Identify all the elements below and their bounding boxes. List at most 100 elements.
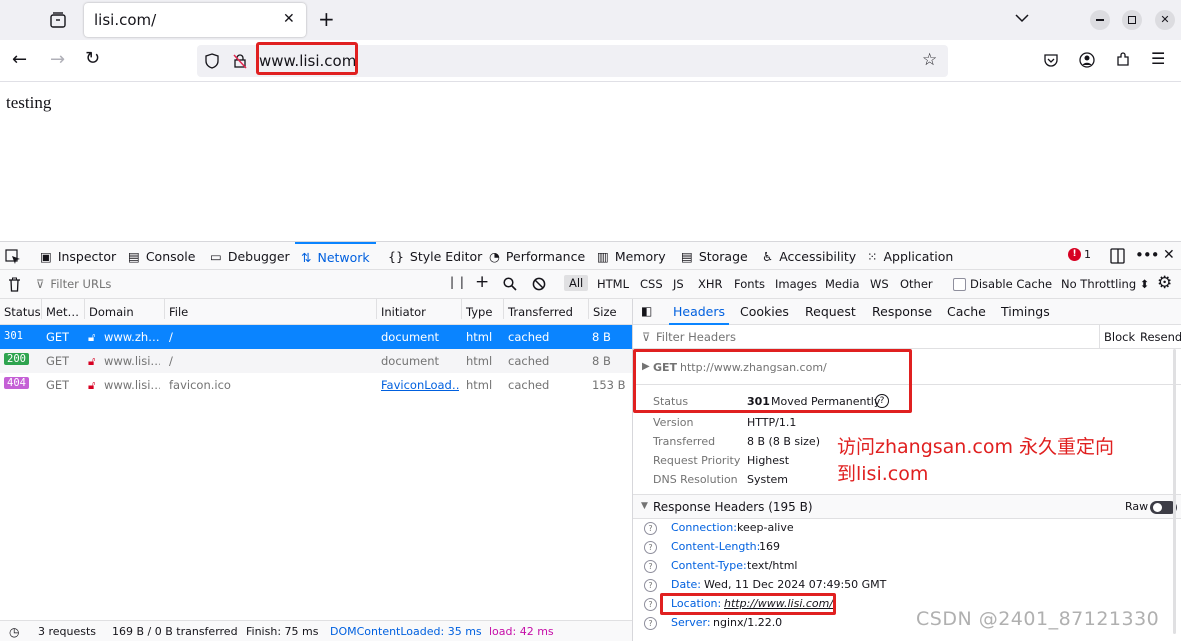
tab-strip: lisi.com/ ✕ + ✕	[0, 0, 1181, 40]
disable-cache-checkbox[interactable]	[953, 278, 966, 291]
pause-icon[interactable]: | |	[450, 275, 465, 289]
bookmark-star-icon[interactable]: ☆	[922, 50, 937, 70]
minimize-icon[interactable]	[1090, 10, 1110, 30]
tab-timings[interactable]: Timings	[1001, 304, 1050, 319]
help-icon[interactable]: ?	[644, 598, 657, 611]
column-status[interactable]: Status	[0, 299, 41, 319]
help-icon[interactable]: ?	[644, 522, 657, 535]
collapse-triangle-icon[interactable]: ▼	[641, 501, 648, 511]
error-count: 1	[1084, 248, 1091, 261]
load-time: load: 42 ms	[489, 625, 554, 638]
dock-side-icon[interactable]	[1110, 248, 1125, 264]
header-key: Content-Type:	[671, 559, 747, 572]
filter-type-media[interactable]: Media	[825, 277, 860, 291]
watermark: CSDN @2401_87121330	[916, 608, 1160, 630]
tab-network[interactable]: ⇅ Network	[295, 242, 376, 270]
tab-response[interactable]: Response	[872, 304, 932, 319]
tab-accessibility[interactable]: ♿ Accessibility	[762, 242, 856, 270]
filter-type-all[interactable]: All	[564, 275, 589, 291]
table-row[interactable]: 200 GET 🔓︎ www.lisi… / document html cac…	[0, 349, 632, 373]
back-icon[interactable]: ←	[12, 49, 27, 70]
help-icon[interactable]: ?	[644, 541, 657, 554]
element-picker-icon[interactable]	[5, 249, 21, 265]
style-editor-icon: {}	[388, 248, 404, 264]
storage-icon: ▤	[681, 248, 693, 264]
toggle-panel-icon[interactable]: ◧	[641, 304, 652, 318]
tab-console[interactable]: ▤ Console	[128, 242, 195, 270]
help-icon[interactable]: ?	[644, 579, 657, 592]
header-key: Connection:	[671, 521, 737, 534]
table-row[interactable]: 404 GET 🔓︎ www.lisi… favicon.ico Favicon…	[0, 373, 632, 397]
new-tab-icon[interactable]: +	[318, 7, 335, 31]
filter-type-fonts[interactable]: Fonts	[734, 277, 765, 291]
more-options-icon[interactable]: •••	[1135, 246, 1160, 264]
network-toolbar: ⊽ Filter URLs | | + All HTML CSS JS XHR …	[0, 270, 1181, 299]
tab-request[interactable]: Request	[805, 304, 856, 319]
summary-value: System	[747, 473, 789, 486]
settings-gear-icon[interactable]: ⚙	[1157, 273, 1172, 293]
file-cell: /	[169, 354, 173, 368]
filter-type-css[interactable]: CSS	[640, 277, 663, 291]
initiator-link[interactable]: FaviconLoad…	[381, 378, 459, 392]
error-counter[interactable]: ! 1	[1068, 248, 1091, 261]
column-initiator[interactable]: Initiator	[376, 299, 426, 319]
close-window-icon[interactable]: ✕	[1155, 10, 1175, 30]
throttling-select[interactable]: No Throttling ⬍	[1061, 277, 1149, 291]
pocket-icon[interactable]	[1043, 52, 1059, 68]
resend-button[interactable]: Resend	[1140, 330, 1181, 344]
forward-icon[interactable]: →	[50, 49, 65, 70]
tab-overview-icon[interactable]	[49, 11, 67, 29]
transfer-summary: 169 B / 0 B transferred	[112, 625, 238, 638]
block-icon[interactable]	[532, 277, 546, 291]
tab-storage[interactable]: ▤ Storage	[681, 242, 748, 270]
column-file[interactable]: File	[164, 299, 188, 319]
column-size[interactable]: Size	[588, 299, 617, 319]
tab-memory[interactable]: ▥ Memory	[597, 242, 666, 270]
domain-cell: www.zh…	[104, 330, 160, 344]
block-button[interactable]: Block	[1104, 330, 1135, 344]
scrollbar[interactable]	[1173, 349, 1176, 634]
tab-style-editor[interactable]: {} Style Editor	[388, 242, 482, 270]
extensions-icon[interactable]	[1115, 52, 1131, 68]
header-value: nginx/1.22.0	[713, 616, 783, 629]
filter-type-other[interactable]: Other	[900, 277, 933, 291]
transferred-cell: cached	[508, 354, 550, 368]
filter-urls-field[interactable]: ⊽ Filter URLs	[36, 274, 448, 294]
reload-icon[interactable]: ↻	[85, 48, 100, 69]
help-icon[interactable]: ?	[644, 560, 657, 573]
trash-icon[interactable]	[8, 277, 21, 292]
tab-cache[interactable]: Cache	[947, 304, 986, 319]
account-icon[interactable]	[1079, 52, 1095, 68]
filter-type-html[interactable]: HTML	[597, 277, 629, 291]
search-icon[interactable]	[503, 277, 517, 291]
maximize-icon[interactable]	[1122, 10, 1142, 30]
tab-inspector[interactable]: ▣ Inspector	[40, 242, 116, 270]
type-cell: html	[466, 378, 493, 392]
column-domain[interactable]: Domain	[84, 299, 134, 319]
browser-tab[interactable]: lisi.com/ ✕	[84, 3, 306, 37]
table-row[interactable]: 301 GET 🔓︎ www.zh… / document html cache…	[0, 325, 632, 349]
filter-headers-field[interactable]: Filter Headers	[656, 330, 736, 344]
filter-type-xhr[interactable]: XHR	[698, 277, 723, 291]
tab-application[interactable]: ⁙ Application	[867, 242, 953, 270]
shield-icon[interactable]	[205, 53, 219, 69]
close-devtools-icon[interactable]: ✕	[1163, 247, 1175, 263]
response-headers-section[interactable]: ▼ Response Headers (195 B) Raw	[633, 494, 1181, 519]
filter-type-images[interactable]: Images	[775, 277, 817, 291]
column-type[interactable]: Type	[461, 299, 492, 319]
close-tab-icon[interactable]: ✕	[283, 11, 295, 27]
filter-type-js[interactable]: JS	[673, 277, 684, 291]
tab-debugger[interactable]: ▭ Debugger	[210, 242, 290, 270]
help-icon[interactable]: ?	[644, 617, 657, 630]
add-request-icon[interactable]: +	[475, 272, 489, 292]
menu-icon[interactable]: ☰	[1151, 49, 1165, 68]
filter-type-ws[interactable]: WS	[870, 277, 889, 291]
tab-headers[interactable]: Headers	[673, 304, 725, 319]
tab-cookies[interactable]: Cookies	[740, 304, 789, 319]
insecure-lock-icon[interactable]	[232, 53, 248, 69]
tab-performance[interactable]: ◔ Performance	[489, 242, 585, 270]
column-transferred[interactable]: Transferred	[503, 299, 573, 319]
column-method[interactable]: Met…	[41, 299, 79, 319]
tab-label: Performance	[505, 248, 586, 264]
tab-list-chevron-icon[interactable]	[1014, 12, 1030, 24]
